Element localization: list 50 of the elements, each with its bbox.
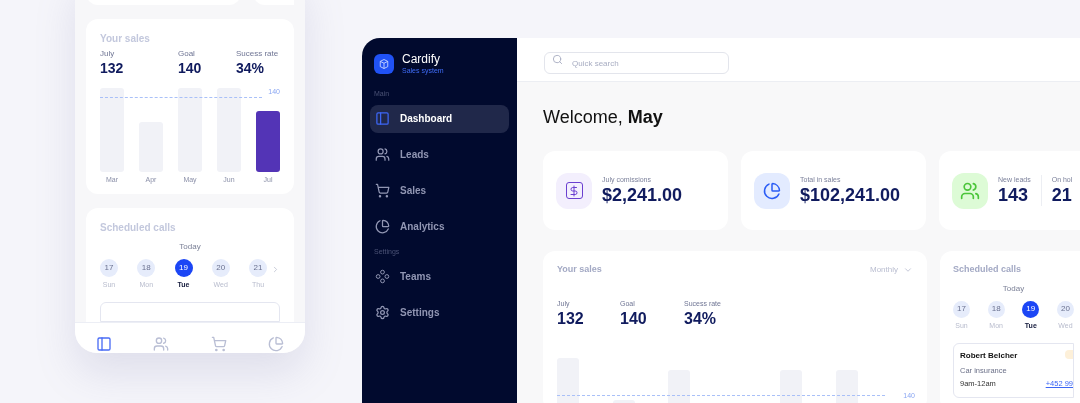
stat-label: Goal: [178, 48, 196, 60]
status-tag: [1065, 350, 1073, 359]
stat-value: 21: [1051, 185, 1073, 207]
stat-value: $2,241.00: [602, 185, 683, 207]
pie-chart-icon: [375, 219, 390, 234]
nav-item[interactable]: Teams: [370, 262, 509, 290]
stat-value: 34%: [684, 309, 718, 329]
card-title: Scheduled calls: [953, 263, 1023, 276]
stat-value: 132: [557, 309, 585, 329]
cart-icon: [210, 335, 227, 352]
today-label: Today: [178, 240, 202, 253]
cart-icon: [375, 183, 390, 198]
stat-value: 140: [178, 60, 203, 76]
today-label: Today: [1001, 282, 1026, 295]
sidebar-panel-icon: [95, 335, 112, 352]
chart-bar: [668, 370, 690, 403]
caller-name: Robert Belcher: [960, 350, 1018, 362]
pie-chart-icon: [268, 335, 285, 352]
chart-bar: [557, 358, 579, 403]
stat-value: $102,241.00: [800, 185, 901, 207]
users-icon: [375, 147, 390, 162]
card-title: Scheduled calls: [100, 220, 177, 235]
stat-value: 143: [998, 185, 1030, 207]
stat-value: 132: [100, 60, 125, 76]
nav-item[interactable]: Dashboard: [370, 104, 509, 133]
card-title: Your sales: [557, 263, 602, 276]
nav-item[interactable]: Leads: [370, 140, 509, 169]
chart-bar: [780, 370, 802, 403]
nav-item[interactable]: Sales: [370, 176, 509, 205]
nav-item[interactable]: Analytics: [370, 212, 509, 241]
brand-name: Cardify: [402, 53, 441, 66]
pie-chart-tile-icon: [754, 172, 790, 209]
chart-bar: [836, 370, 858, 403]
stat-value: 140: [620, 309, 648, 329]
welcome-heading: Welcome, May: [543, 106, 664, 128]
stat-label: Sucess rate: [236, 48, 280, 60]
search-field[interactable]: Quick search: [544, 52, 729, 74]
users-icon: [153, 335, 170, 352]
chevron-right-icon[interactable]: [271, 264, 280, 274]
users-tile-icon: [952, 172, 988, 209]
nav-item[interactable]: Settings: [370, 298, 509, 326]
dollar-tile-icon: [556, 172, 592, 209]
settings-icon: [375, 304, 390, 320]
search-icon: [552, 53, 563, 65]
sidebar-panel-icon: [375, 111, 390, 126]
circles-icon: [375, 268, 390, 284]
card-title: Your sales: [100, 32, 151, 46]
cube-logo-icon: [374, 54, 394, 74]
stat-label: July: [100, 48, 116, 60]
stat-value: 34%: [236, 60, 266, 76]
